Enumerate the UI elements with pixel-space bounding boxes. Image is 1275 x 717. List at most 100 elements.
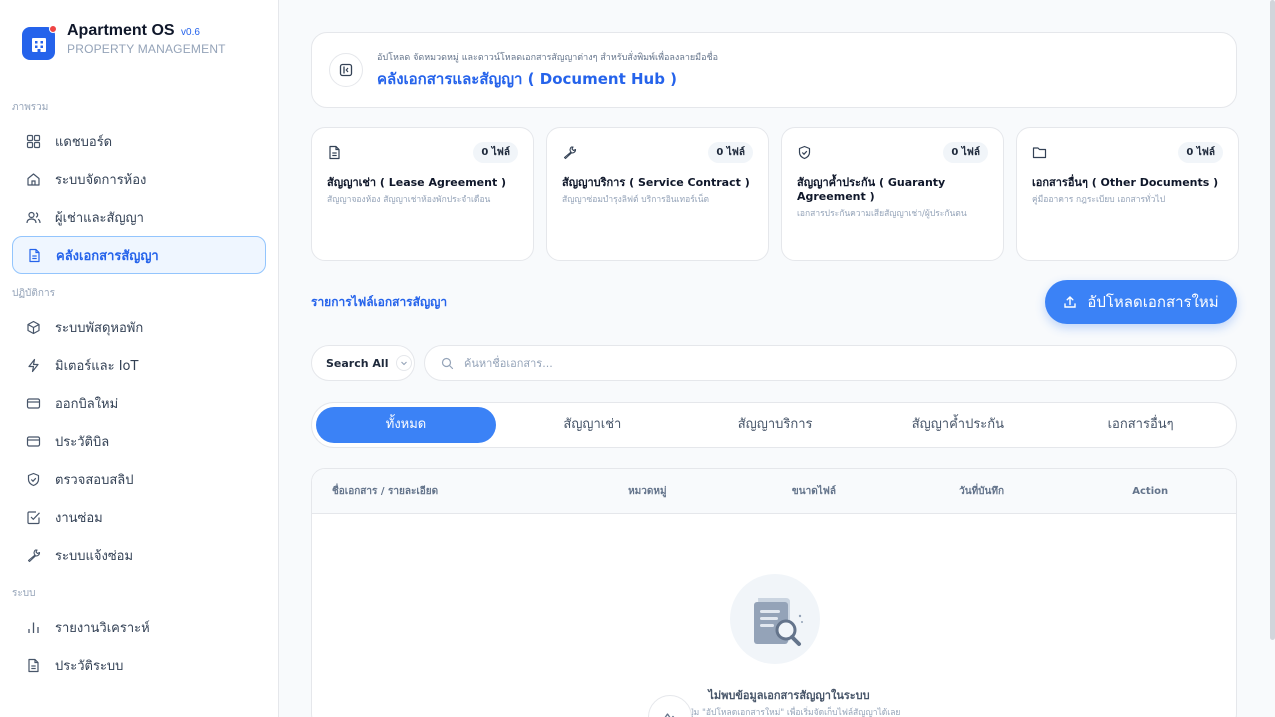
file-count-badge: 0 ไฟล์ (708, 142, 753, 163)
sidebar-item[interactable]: ระบบแจ้งซ่อม (12, 536, 266, 574)
file-count-badge: 0 ไฟล์ (1178, 142, 1223, 163)
app-version: v0.6 (181, 27, 200, 38)
sidebar-item-label: รายงานวิเคราะห์ (55, 620, 150, 636)
filter-tab[interactable]: สัญญาบริการ (684, 407, 867, 443)
document-icon (26, 247, 42, 263)
search-placeholder: ค้นหาชื่อเอกสาร... (464, 357, 553, 370)
home-icon (25, 171, 41, 187)
sidebar-item-label: มิเตอร์และ IoT (55, 358, 139, 374)
documents-table: ชื่อเอกสาร / รายละเอียด หมวดหมู่ ขนาดไฟล์ ว… (311, 468, 1237, 717)
sidebar-item-label: งานซ่อม (55, 510, 103, 526)
sidebar-section-label: ภาพรวม (12, 102, 49, 113)
list-header: รายการไฟล์เอกสารสัญญา อัปโหลดเอกสารใหม่ (311, 280, 1237, 324)
main-content: อัปโหลด จัดหมวดหมู่ และดาวน์โหลดเอกสารสั… (279, 0, 1275, 717)
sidebar-item[interactable]: มิเตอร์และ IoT (12, 346, 266, 384)
card-description: สัญญาซ่อมบำรุงลิฟต์ บริการอินเทอร์เน็ต (562, 195, 710, 205)
category-card[interactable]: 0 ไฟล์ สัญญาบริการ ( Service Contract ) … (546, 127, 769, 261)
lightning-icon (25, 357, 41, 373)
sidebar-item-label: ระบบพัสดุหอพัก (55, 320, 144, 336)
sidebar-item-label: ออกบิลใหม่ (55, 396, 119, 412)
sidebar-nav: ภาพรวมแดชบอร์ดระบบจัดการห้องผู้เช่าและสั… (12, 100, 266, 684)
card-description: เอกสารประกันความเสียสัญญาเช่า/ผู้ประกันต… (797, 209, 967, 219)
bar-chart-icon (25, 619, 41, 635)
shield-check-icon (25, 471, 41, 487)
sidebar-item[interactable]: ประวัติบิล (12, 422, 266, 460)
filter-tab[interactable]: ทั้งหมด (316, 407, 496, 443)
checkbox-icon (25, 509, 41, 525)
sidebar: Apartment OS v0.6 PROPERTY MANAGEMENT ภา… (0, 0, 279, 717)
sidebar-item-label: ตรวจสอบสลิป (55, 472, 134, 488)
empty-state: ไม่พบข้อมูลเอกสารสัญญาในระบบ กดปุ่ม "อัป… (312, 514, 1236, 717)
search-scope-label: Search All (326, 356, 389, 370)
filter-tab[interactable]: สัญญาค้ำประกัน (867, 407, 1050, 443)
sidebar-item[interactable]: งานซ่อม (12, 498, 266, 536)
users-icon (25, 209, 41, 225)
sidebar-item[interactable]: ผู้เช่าและสัญญา (12, 198, 266, 236)
category-card[interactable]: 0 ไฟล์ สัญญาเช่า ( Lease Agreement ) สัญ… (311, 127, 534, 261)
sidebar-item[interactable]: แดชบอร์ด (12, 122, 266, 160)
package-icon (25, 319, 41, 335)
search-input[interactable]: ค้นหาชื่อเอกสาร... (424, 345, 1237, 381)
card-title: สัญญาค้ำประกัน ( Guaranty Agreement ) (797, 176, 946, 203)
brand[interactable]: Apartment OS v0.6 PROPERTY MANAGEMENT (12, 22, 266, 60)
page-subtitle: อัปโหลด จัดหมวดหมู่ และดาวน์โหลดเอกสารสั… (377, 52, 719, 63)
app-subtitle: PROPERTY MANAGEMENT (67, 42, 226, 56)
table-column-header: Action (1132, 485, 1169, 497)
search-scope-select[interactable]: Search All (311, 345, 415, 381)
filter-tab[interactable]: เอกสารอื่นๆ (1049, 407, 1232, 443)
sidebar-item[interactable]: ระบบจัดการห้อง (12, 160, 266, 198)
table-column-header: วันที่บันทึก (959, 485, 1004, 497)
sidebar-item[interactable]: รายงานวิเคราะห์ (12, 608, 266, 646)
card-icon (25, 395, 41, 411)
table-column-header: ชื่อเอกสาร / รายละเอียด (332, 485, 439, 497)
chevron-down-icon (396, 355, 413, 371)
sidebar-item-label: แดชบอร์ด (55, 134, 113, 150)
notification-dot (49, 25, 57, 33)
category-card[interactable]: 0 ไฟล์ เอกสารอื่นๆ ( Other Documents ) ค… (1016, 127, 1239, 261)
empty-state-subtitle: กดปุ่ม "อัปโหลดเอกสารใหม่" เพื่อเริ่มจัด… (677, 708, 901, 717)
sidebar-item[interactable]: ออกบิลใหม่ (12, 384, 266, 422)
page-scrollbar[interactable] (1270, 0, 1275, 640)
dashboard-grid-icon (25, 133, 41, 149)
wrench-icon (25, 547, 41, 563)
page-header: อัปโหลด จัดหมวดหมู่ และดาวน์โหลดเอกสารสั… (311, 32, 1237, 108)
card-description: คู่มืออาคาร กฎระเบียบ เอกสารทั่วไป (1032, 195, 1166, 205)
card-icon (25, 433, 41, 449)
page-title: คลังเอกสารและสัญญา ( Document Hub ) (377, 69, 678, 88)
search-icon (441, 357, 454, 369)
filter-tab[interactable]: สัญญาเช่า (501, 407, 684, 443)
document-icon (327, 145, 342, 160)
card-description: สัญญาจองห้อง สัญญาเช่าห้องพักประจำเดือน (327, 195, 491, 205)
empty-document-illustration-icon (730, 574, 820, 664)
document-icon (25, 657, 41, 673)
sidebar-item-label: ประวัติระบบ (55, 658, 124, 674)
upload-document-button[interactable]: อัปโหลดเอกสารใหม่ (1045, 280, 1237, 324)
shield-check-icon (797, 145, 812, 160)
sidebar-collapse-icon[interactable] (329, 53, 363, 87)
list-title: รายการไฟล์เอกสารสัญญา (311, 294, 448, 309)
folder-icon (1032, 145, 1047, 160)
table-column-header: ขนาดไฟล์ (791, 485, 836, 497)
category-tabs: ทั้งหมด สัญญาเช่า สัญญาบริการ สัญญาค้ำประกั… (311, 402, 1237, 448)
upload-icon (1064, 296, 1077, 308)
sidebar-item[interactable]: ระบบพัสดุหอพัก (12, 308, 266, 346)
sidebar-item[interactable]: คลังเอกสารสัญญา (12, 236, 266, 274)
sidebar-item[interactable]: ตรวจสอบสลิป (12, 460, 266, 498)
file-count-badge: 0 ไฟล์ (473, 142, 518, 163)
mountain-icon (664, 713, 675, 717)
wrench-icon (562, 145, 577, 160)
card-title: เอกสารอื่นๆ ( Other Documents ) (1032, 176, 1219, 189)
sidebar-item-label: คลังเอกสารสัญญา (56, 248, 159, 264)
table-column-header: หมวดหมู่ (628, 485, 667, 497)
search-row: Search All ค้นหาชื่อเอกสาร... (311, 345, 1237, 381)
empty-state-title: ไม่พบข้อมูลเอกสารสัญญาในระบบ (708, 689, 870, 702)
category-card[interactable]: 0 ไฟล์ สัญญาค้ำประกัน ( Guaranty Agreeme… (781, 127, 1004, 261)
sidebar-item-label: ผู้เช่าและสัญญา (55, 210, 144, 226)
sidebar-item-label: ระบบจัดการห้อง (55, 172, 147, 188)
sidebar-section-label: ปฏิบัติการ (12, 288, 55, 299)
app-title: Apartment OS v0.6 (67, 22, 200, 39)
category-cards: 0 ไฟล์ สัญญาเช่า ( Lease Agreement ) สัญ… (311, 127, 1239, 261)
sidebar-section-label: ระบบ (12, 588, 36, 599)
card-title: สัญญาเช่า ( Lease Agreement ) (327, 176, 507, 189)
sidebar-item[interactable]: ประวัติระบบ (12, 646, 266, 684)
